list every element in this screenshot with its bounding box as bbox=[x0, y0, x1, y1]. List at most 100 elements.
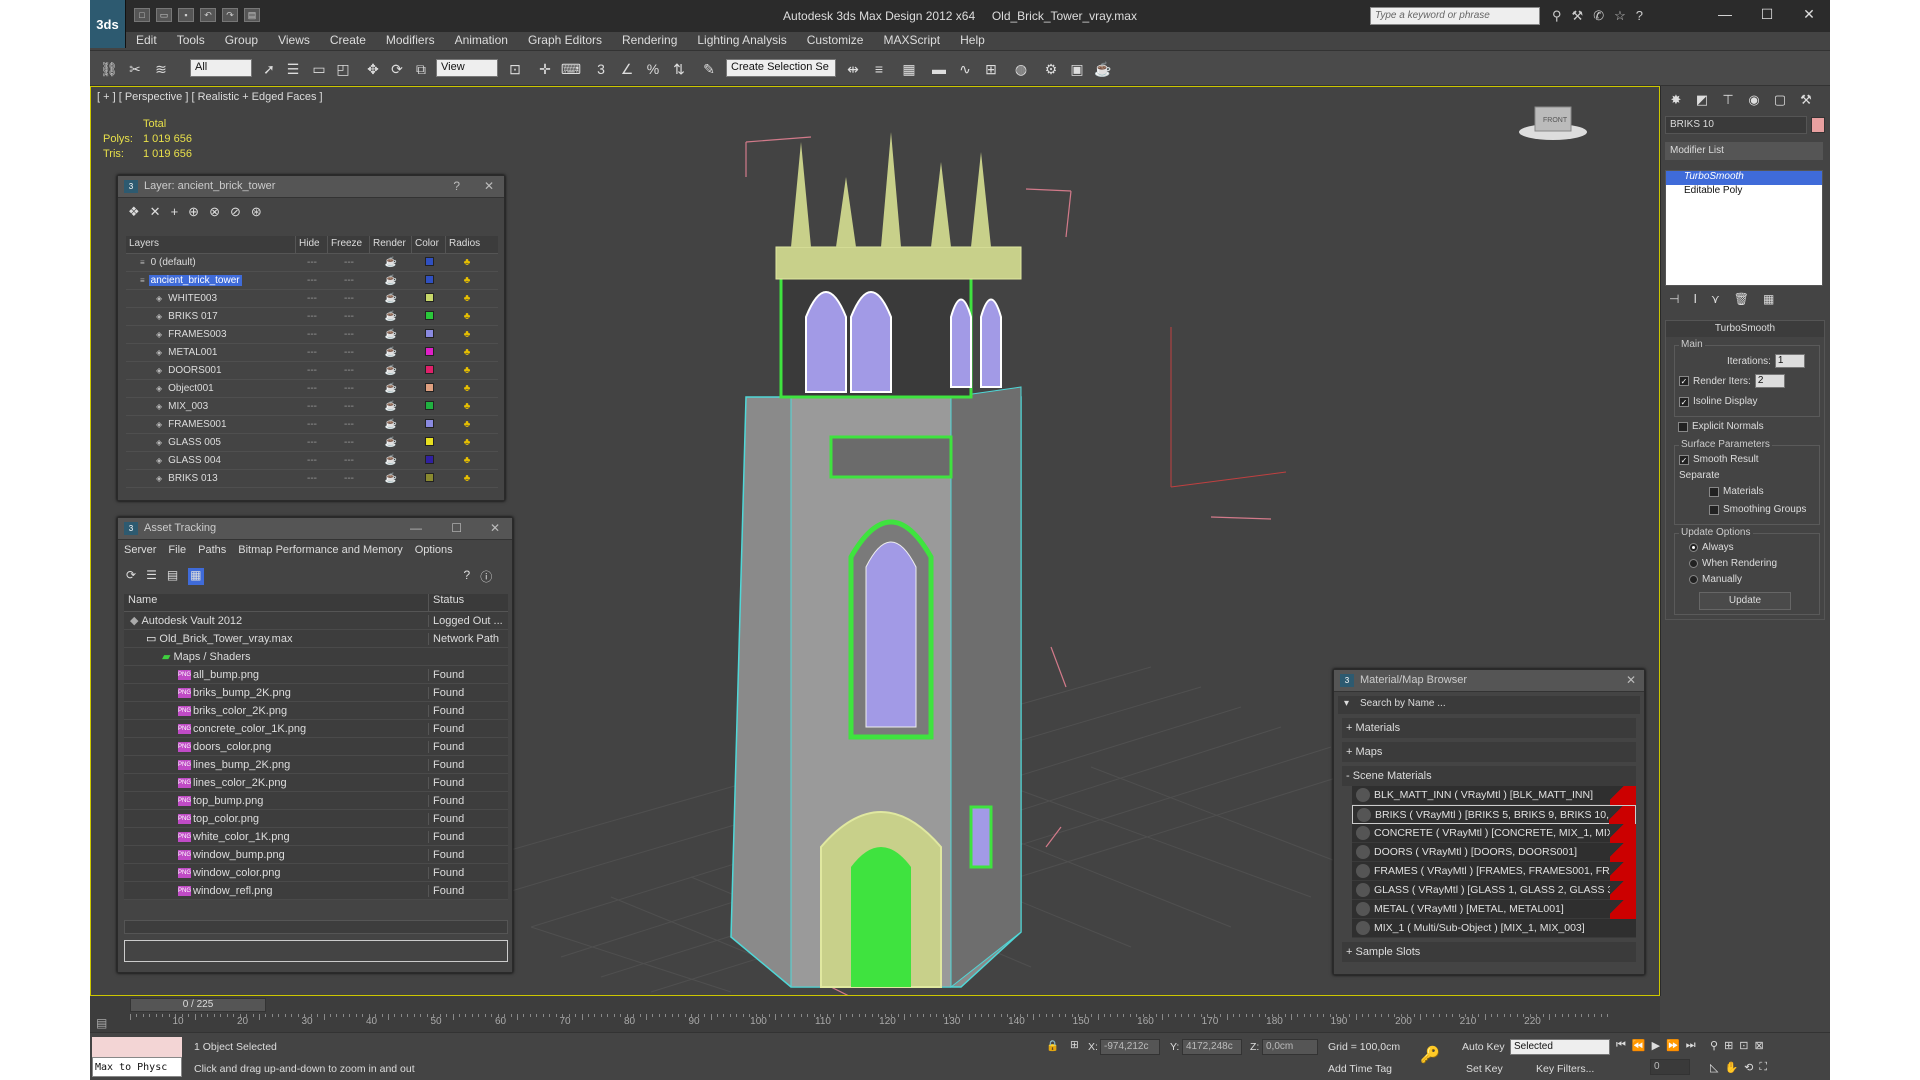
close-icon[interactable]: ✕ bbox=[1626, 673, 1636, 687]
layer-name[interactable]: Object001 bbox=[166, 383, 216, 394]
hide-toggle[interactable]: --- bbox=[296, 419, 328, 430]
asset-row[interactable]: PNG briks_color_2K.png Found bbox=[124, 702, 508, 720]
layer-color-cell[interactable] bbox=[412, 256, 446, 269]
hide-toggle[interactable]: --- bbox=[296, 293, 328, 304]
freeze-all-icon[interactable]: ⊛ bbox=[251, 204, 262, 220]
menu-tools[interactable]: Tools bbox=[167, 32, 215, 50]
help-icon[interactable]: ? bbox=[464, 568, 471, 585]
time-slider[interactable]: 0 / 225 bbox=[130, 998, 266, 1012]
layer-manager-icon[interactable]: ▦ bbox=[898, 59, 920, 79]
render-teapot-icon[interactable]: ☕ bbox=[370, 293, 412, 304]
lock-selection-icon[interactable]: 🔒 bbox=[1046, 1039, 1059, 1052]
update-button[interactable]: Update bbox=[1699, 592, 1791, 610]
layer-row[interactable]: ◈ Object001 --- --- ☕ ♣ bbox=[126, 380, 498, 398]
current-frame-field[interactable]: 0 bbox=[1650, 1059, 1690, 1075]
hide-toggle[interactable]: --- bbox=[296, 347, 328, 358]
menu-maxscript[interactable]: MAXScript bbox=[873, 32, 950, 50]
named-selection-dropdown[interactable]: Create Selection Se bbox=[726, 59, 836, 77]
render-teapot-icon[interactable]: ☕ bbox=[370, 383, 412, 394]
layer-name[interactable]: GLASS 004 bbox=[166, 455, 223, 466]
add-time-tag[interactable]: Add Time Tag bbox=[1328, 1063, 1392, 1075]
select-rotate-icon[interactable]: ⟳ bbox=[386, 59, 408, 79]
freeze-toggle[interactable]: --- bbox=[328, 383, 370, 394]
layer-row[interactable]: ≡ ancient_brick_tower --- --- ☕ ♣ bbox=[126, 272, 498, 290]
previous-frame-icon[interactable]: ⏪ bbox=[1632, 1039, 1646, 1052]
hide-all-icon[interactable]: ⊘ bbox=[230, 204, 241, 220]
material-search-input[interactable]: ▾ Search by Name ... bbox=[1338, 696, 1640, 714]
path-field[interactable] bbox=[124, 940, 508, 962]
angle-snap-icon[interactable]: ∠ bbox=[616, 59, 638, 79]
asset-panel-titlebar[interactable]: 3 Asset Tracking — ☐ ✕ bbox=[118, 518, 512, 540]
subscription-icon[interactable]: ⚒ bbox=[1572, 8, 1584, 24]
list-view-icon[interactable]: ☰ bbox=[146, 568, 157, 585]
close-button[interactable]: ✕ bbox=[484, 179, 494, 193]
zoom-extents-icon[interactable]: ⊡ bbox=[1739, 1039, 1748, 1052]
hide-toggle[interactable]: --- bbox=[296, 383, 328, 394]
freeze-toggle[interactable]: --- bbox=[328, 419, 370, 430]
material-editor-icon[interactable]: ◍ bbox=[1010, 59, 1032, 79]
object-name-field[interactable]: BRIKS 10 bbox=[1665, 116, 1807, 134]
col-radiosity[interactable]: Radios bbox=[446, 236, 488, 253]
layer-name[interactable]: BRIKS 013 bbox=[166, 473, 219, 484]
render-teapot-icon[interactable]: ☕ bbox=[370, 365, 412, 376]
freeze-toggle[interactable]: --- bbox=[328, 437, 370, 448]
asset-row[interactable]: ▰ Maps / Shaders bbox=[124, 648, 508, 666]
maximize-viewport-icon[interactable]: ⛶ bbox=[1759, 1061, 1767, 1074]
percent-snap-icon[interactable]: % bbox=[642, 59, 664, 79]
graphite-tools-icon[interactable]: ▬ bbox=[928, 59, 950, 79]
set-key-button[interactable]: Set Key bbox=[1466, 1063, 1503, 1075]
asset-row[interactable]: PNG concrete_color_1K.png Found bbox=[124, 720, 508, 738]
play-icon[interactable]: ▶ bbox=[1652, 1039, 1660, 1052]
explicit-normals-checkbox[interactable] bbox=[1678, 421, 1688, 432]
asset-row[interactable]: ◆ Autodesk Vault 2012 Logged Out ... bbox=[124, 612, 508, 630]
reference-coordinate-dropdown[interactable]: View bbox=[436, 59, 498, 77]
maximize-button[interactable]: ☐ bbox=[1746, 0, 1788, 28]
section-scene-materials[interactable]: - Scene Materials bbox=[1342, 766, 1636, 786]
col-status[interactable]: Status bbox=[428, 594, 508, 611]
mirror-icon[interactable]: ⇹ bbox=[842, 59, 864, 79]
key-selection-dropdown[interactable]: Selected bbox=[1510, 1039, 1610, 1055]
info-icon[interactable]: ⓘ bbox=[480, 568, 492, 585]
manually-radio[interactable] bbox=[1689, 575, 1698, 584]
zoom-icon[interactable]: ⚲ bbox=[1710, 1039, 1718, 1052]
absolute-mode-icon[interactable]: ⊞ bbox=[1070, 1039, 1079, 1051]
z-coordinate-field[interactable]: 0,0cm bbox=[1262, 1039, 1318, 1055]
layer-color-cell[interactable] bbox=[412, 472, 446, 485]
rollout-title[interactable]: TurboSmooth bbox=[1666, 321, 1824, 337]
col-layers[interactable]: Layers bbox=[126, 236, 296, 253]
asset-row[interactable]: PNG window_refl.png Found bbox=[124, 882, 508, 900]
freeze-toggle[interactable]: --- bbox=[328, 275, 370, 286]
layer-color-cell[interactable] bbox=[412, 454, 446, 467]
remove-modifier-icon[interactable]: 🗑 bbox=[1734, 292, 1749, 306]
field-of-view-icon[interactable]: ◺ bbox=[1710, 1061, 1718, 1074]
asset-row[interactable]: PNG all_bump.png Found bbox=[124, 666, 508, 684]
asset-row[interactable]: PNG lines_bump_2K.png Found bbox=[124, 756, 508, 774]
scene-material-item[interactable]: CONCRETE ( VRayMtl ) [CONCRETE, MIX_1, M… bbox=[1352, 824, 1636, 843]
select-layer-objects-icon[interactable]: ⊕ bbox=[188, 204, 199, 220]
snaps-toggle-icon[interactable]: 3 bbox=[590, 59, 612, 79]
isoline-checkbox[interactable]: ✓ bbox=[1679, 396, 1689, 407]
window-crossing-icon[interactable]: ◰ bbox=[332, 59, 354, 79]
layer-color-cell[interactable] bbox=[412, 292, 446, 305]
layer-name[interactable]: DOORS001 bbox=[166, 365, 223, 376]
scene-material-item[interactable]: BLK_MATT_INN ( VRayMtl ) [BLK_MATT_INN] bbox=[1352, 786, 1636, 805]
layer-name[interactable]: GLASS 005 bbox=[166, 437, 223, 448]
iterations-spinner[interactable]: 1 bbox=[1774, 354, 1805, 368]
layer-row[interactable]: ◈ FRAMES003 --- --- ☕ ♣ bbox=[126, 326, 498, 344]
layer-color-cell[interactable] bbox=[412, 436, 446, 449]
radiosity-icon[interactable]: ♣ bbox=[446, 347, 488, 358]
layer-name[interactable]: ancient_brick_tower bbox=[148, 275, 242, 286]
menu-rendering[interactable]: Rendering bbox=[612, 32, 687, 50]
asset-row[interactable]: PNG top_color.png Found bbox=[124, 810, 508, 828]
scene-material-item[interactable]: GLASS ( VRayMtl ) [GLASS 1, GLASS 2, GLA… bbox=[1352, 881, 1636, 900]
delete-layer-icon[interactable]: ✕ bbox=[150, 204, 161, 220]
thumbnail-view-icon[interactable]: ▤ bbox=[167, 568, 178, 585]
hide-toggle[interactable]: --- bbox=[296, 473, 328, 484]
scene-material-item[interactable]: DOORS ( VRayMtl ) [DOORS, DOORS001] bbox=[1352, 843, 1636, 862]
show-end-result-icon[interactable]: Ⅰ bbox=[1693, 292, 1697, 306]
refresh-icon[interactable]: ⟳ bbox=[126, 568, 136, 585]
menu-edit[interactable]: Edit bbox=[126, 32, 167, 50]
perspective-viewport[interactable]: [ + ] [ Perspective ] [ Realistic + Edge… bbox=[90, 86, 1660, 996]
asset-row[interactable]: PNG window_bump.png Found bbox=[124, 846, 508, 864]
open-file-icon[interactable]: ▭ bbox=[156, 8, 172, 22]
